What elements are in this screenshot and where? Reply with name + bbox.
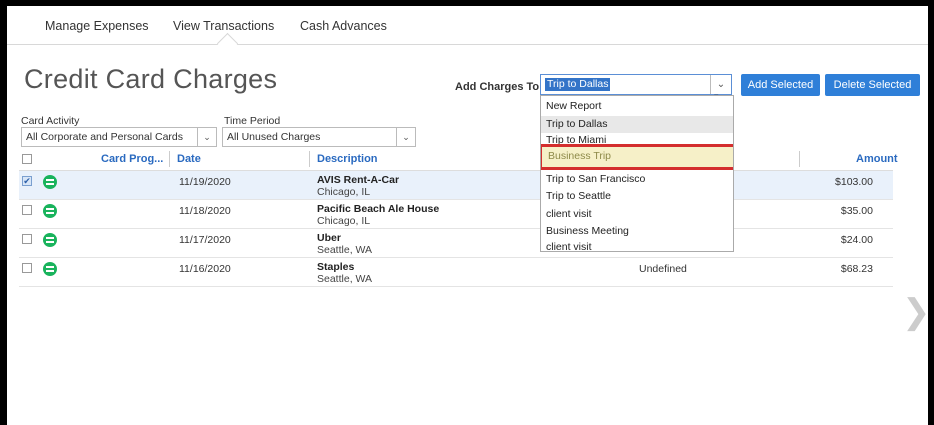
dropdown-option-trip-to-san-francisco[interactable]: Trip to San Francisco bbox=[541, 171, 733, 188]
dropdown-option-client-visit-2[interactable]: client visit bbox=[541, 239, 733, 251]
page-title: Credit Card Charges bbox=[24, 64, 278, 94]
row-location: Seattle, WA bbox=[317, 273, 373, 285]
column-divider bbox=[309, 151, 310, 167]
row-checkbox[interactable]: ✔ bbox=[22, 176, 32, 186]
row-date: 11/19/2020 bbox=[179, 176, 231, 188]
add-charges-label: Add Charges To bbox=[455, 81, 540, 93]
row-date: 11/17/2020 bbox=[179, 234, 231, 246]
row-amount: $35.00 bbox=[840, 205, 873, 217]
column-card-program[interactable]: Card Prog... bbox=[101, 153, 163, 165]
transactions-header: Card Prog... Date Description Amount bbox=[19, 148, 898, 171]
row-merchant: Pacific Beach Ale House bbox=[317, 203, 440, 215]
time-period-label: Time Period bbox=[224, 115, 281, 127]
expense-app: Manage Expenses View Transactions Cash A… bbox=[7, 6, 928, 425]
card-activity-select[interactable]: All Corporate and Personal Cards ⌄ bbox=[21, 127, 217, 147]
row-date: 11/18/2020 bbox=[179, 205, 231, 217]
column-divider bbox=[799, 151, 800, 167]
list-icon[interactable] bbox=[43, 262, 57, 276]
select-all-checkbox[interactable] bbox=[22, 154, 32, 164]
chevron-right-icon[interactable]: ❯ bbox=[902, 292, 928, 332]
column-date[interactable]: Date bbox=[177, 153, 201, 165]
tab-manage-expenses[interactable]: Manage Expenses bbox=[45, 19, 149, 33]
column-divider bbox=[169, 151, 170, 167]
column-description[interactable]: Description bbox=[317, 153, 378, 165]
row-merchant: Uber bbox=[317, 232, 341, 244]
table-row[interactable]: 11/18/2020 Pacific Beach Ale House Chica… bbox=[19, 200, 893, 229]
row-date: 11/16/2020 bbox=[179, 263, 231, 275]
row-checkbox[interactable] bbox=[22, 205, 32, 215]
table-row[interactable]: 11/17/2020 Uber Seattle, WA $24.00 bbox=[19, 229, 893, 258]
card-activity-value: All Corporate and Personal Cards bbox=[26, 131, 183, 143]
time-period-value: All Unused Charges bbox=[227, 131, 321, 143]
report-dropdown-list: New Report Trip to Dallas Trip to Miami … bbox=[540, 95, 734, 252]
table-row[interactable]: ✔ 11/19/2020 AVIS Rent-A-Car Chicago, IL… bbox=[19, 171, 893, 200]
row-location: Chicago, IL bbox=[317, 215, 371, 227]
tab-cash-advances[interactable]: Cash Advances bbox=[300, 19, 387, 33]
row-location: Chicago, IL bbox=[317, 186, 371, 198]
row-amount: $68.23 bbox=[840, 263, 873, 275]
dropdown-option-new-report[interactable]: New Report bbox=[541, 98, 733, 115]
dropdown-option-trip-to-dallas[interactable]: Trip to Dallas bbox=[541, 116, 733, 133]
row-amount: $103.00 bbox=[835, 176, 873, 188]
row-merchant: AVIS Rent-A-Car bbox=[317, 174, 400, 186]
add-selected-button[interactable]: Add Selected bbox=[741, 74, 820, 96]
tab-bar: Manage Expenses View Transactions Cash A… bbox=[7, 6, 928, 55]
row-amount: $24.00 bbox=[840, 234, 873, 246]
time-period-select[interactable]: All Unused Charges ⌄ bbox=[222, 127, 416, 147]
chevron-down-icon[interactable]: ⌄ bbox=[197, 128, 216, 146]
active-tab-indicator bbox=[216, 32, 239, 55]
delete-selected-button[interactable]: Delete Selected bbox=[825, 74, 920, 96]
row-merchant: Staples bbox=[317, 261, 355, 273]
dropdown-option-business-meeting[interactable]: Business Meeting bbox=[541, 223, 733, 240]
report-select[interactable]: Trip to Dallas ⌄ bbox=[540, 74, 732, 95]
table-row[interactable]: 11/16/2020 Staples Seattle, WA Undefined… bbox=[19, 258, 893, 287]
dropdown-option-trip-to-seattle[interactable]: Trip to Seattle bbox=[541, 188, 733, 205]
row-checkbox[interactable] bbox=[22, 234, 32, 244]
screenshot-frame: Manage Expenses View Transactions Cash A… bbox=[0, 0, 934, 425]
column-amount[interactable]: Amount bbox=[856, 153, 898, 165]
list-icon[interactable] bbox=[43, 204, 57, 218]
list-icon[interactable] bbox=[43, 175, 57, 189]
list-icon[interactable] bbox=[43, 233, 57, 247]
tab-view-transactions[interactable]: View Transactions bbox=[173, 19, 274, 33]
dropdown-option-client-visit[interactable]: client visit bbox=[541, 206, 733, 223]
row-location: Seattle, WA bbox=[317, 244, 373, 256]
card-activity-label: Card Activity bbox=[21, 115, 80, 127]
report-select-value: Trip to Dallas bbox=[545, 78, 611, 91]
chevron-down-icon[interactable]: ⌄ bbox=[396, 128, 415, 146]
row-expense-type: Undefined bbox=[639, 263, 687, 275]
row-checkbox[interactable] bbox=[22, 263, 32, 273]
dropdown-option-business-trip[interactable]: Business Trip bbox=[541, 144, 733, 170]
